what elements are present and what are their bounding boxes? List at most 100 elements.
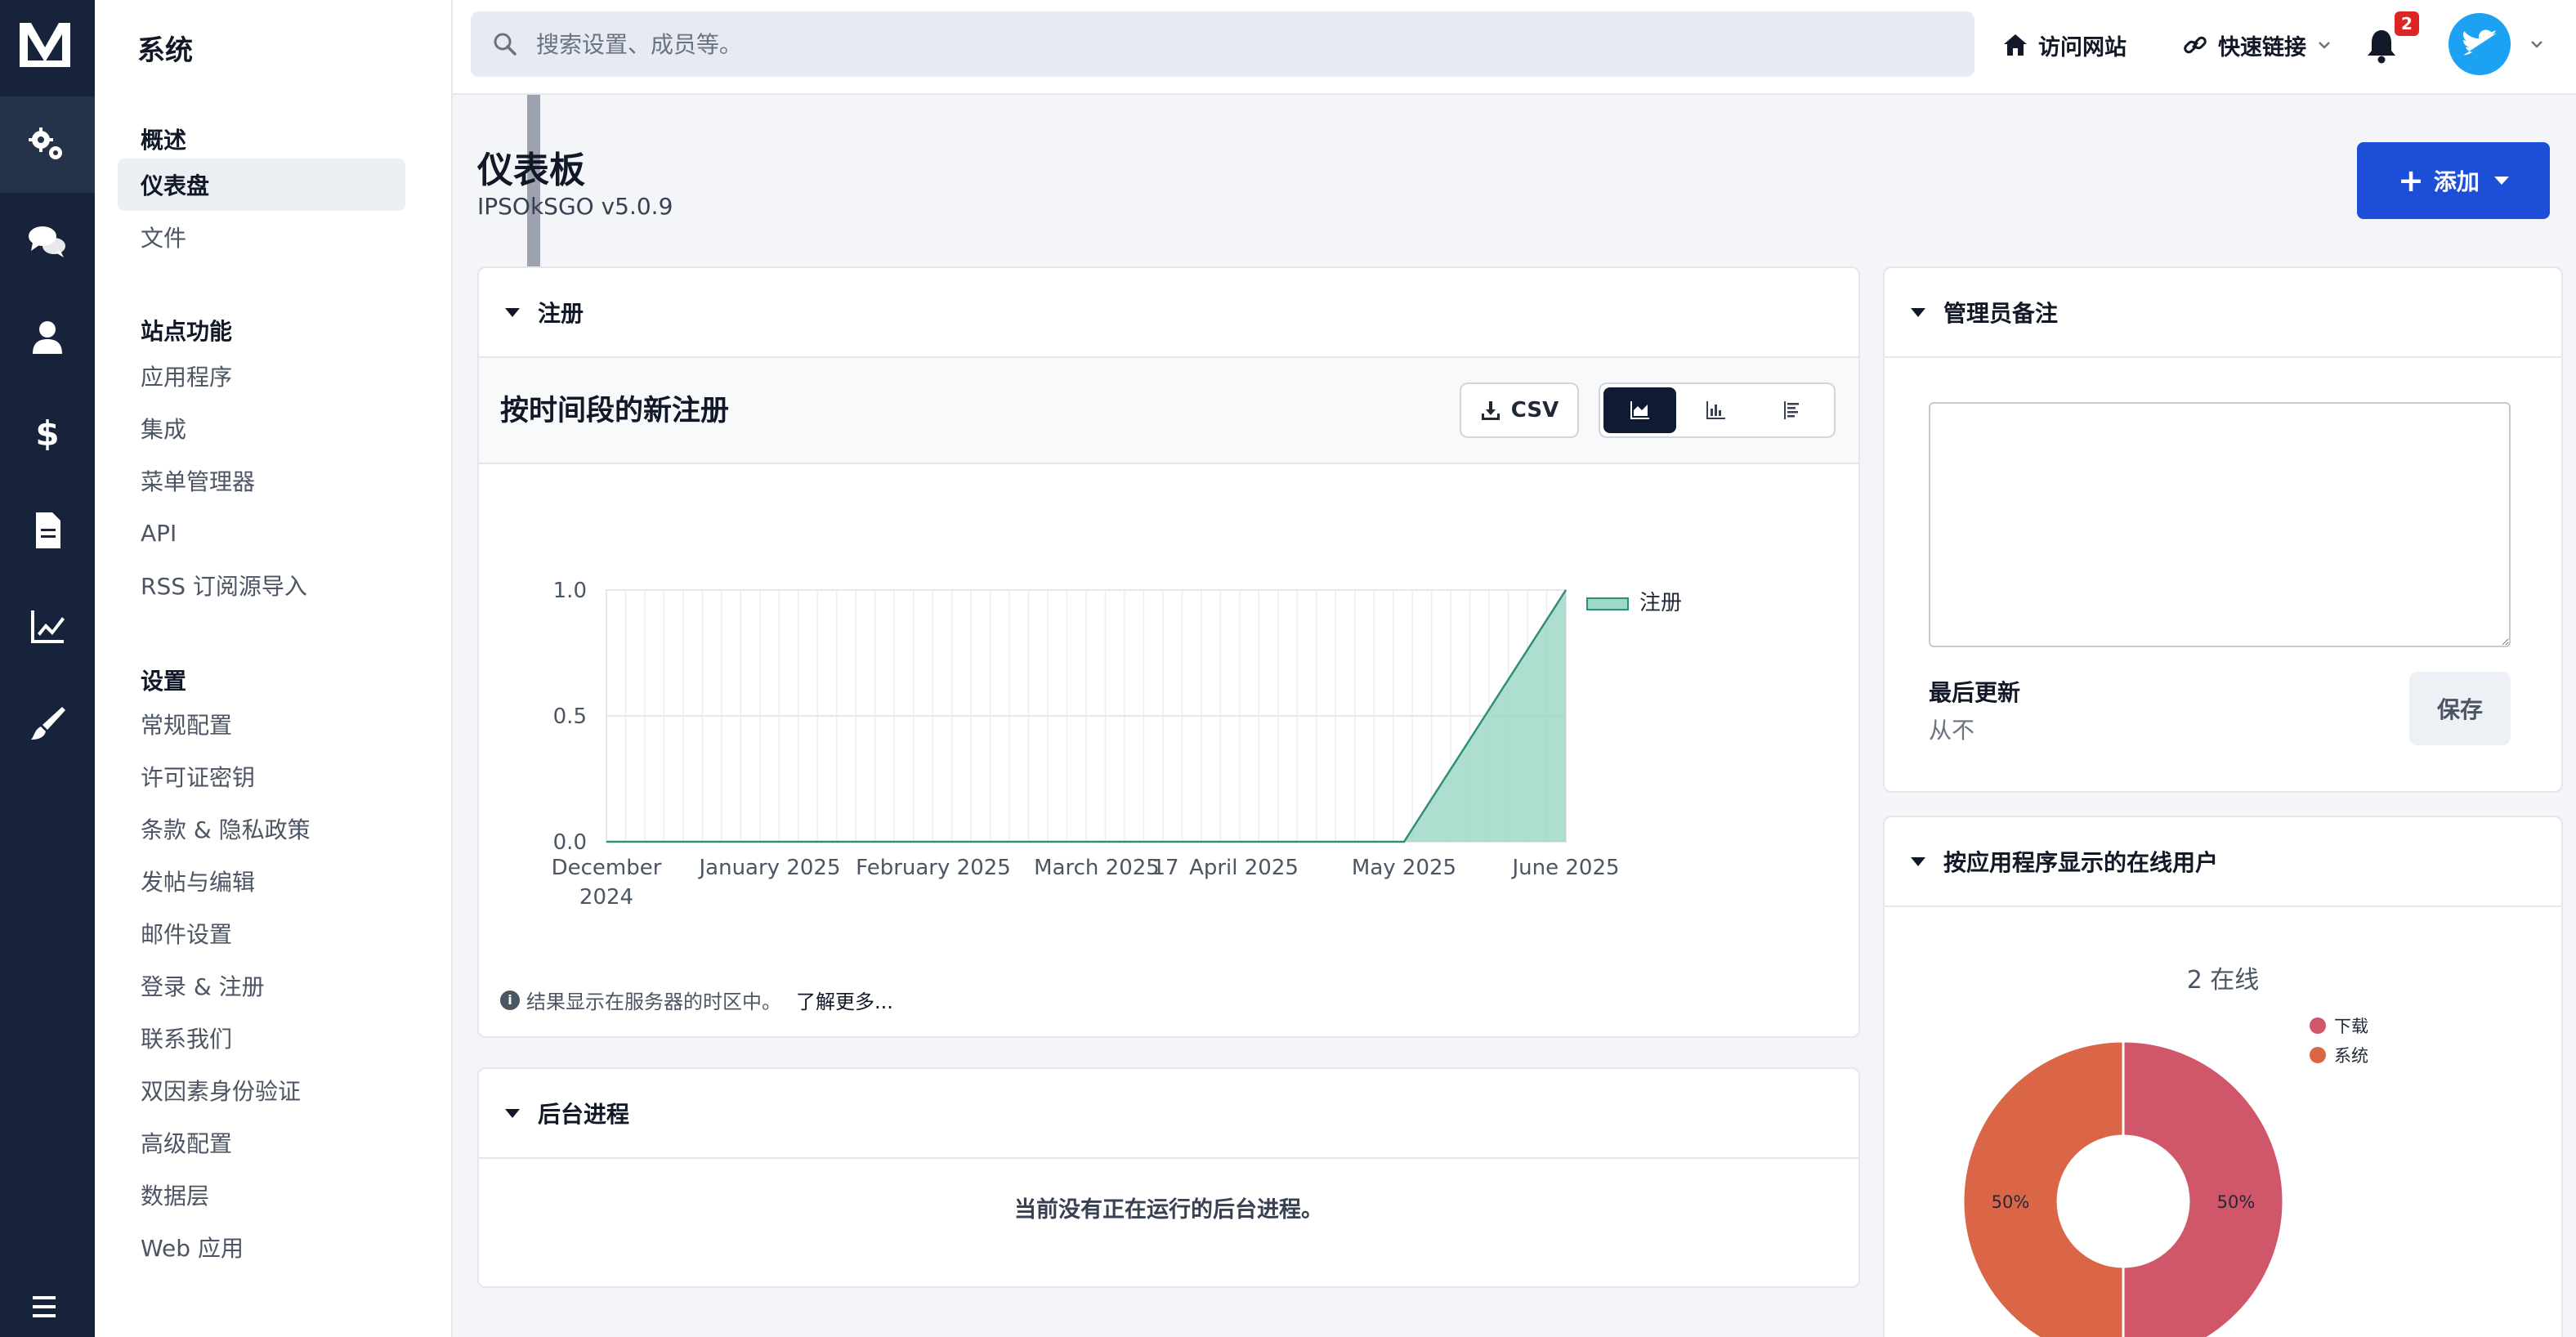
home-icon	[2004, 34, 2027, 56]
timezone-note-text: 结果显示在服务器的时区中。	[526, 990, 781, 1013]
y-tick-label: 0.5	[553, 704, 587, 729]
online-users-donut-chart: 50% 50%	[1961, 1040, 2285, 1337]
sidebar-item-menu-manager[interactable]: 菜单管理器	[118, 454, 405, 507]
background-card-title: 后台进程	[538, 1101, 630, 1128]
add-button[interactable]: + 添加	[2357, 142, 2550, 219]
x-tick-label: May 2025	[1352, 856, 1456, 880]
sidebar-item-webapp[interactable]: Web 应用	[118, 1221, 405, 1273]
info-icon: i	[500, 990, 520, 1010]
y-tick-label: 0.0	[553, 830, 587, 855]
timezone-note: i 结果显示在服务器的时区中。 了解更多...	[500, 986, 893, 1014]
online-users-card-title: 按应用程序显示的在线用户	[1943, 849, 2219, 876]
area-chart-button[interactable]	[1603, 387, 1676, 433]
search-input[interactable]	[536, 30, 1925, 58]
bar-chart-icon	[1706, 401, 1725, 419]
sidebar-title: 系统	[137, 34, 193, 67]
sidebar-item-login[interactable]: 登录 & 注册	[118, 959, 405, 1012]
x-tick-label: June 2025	[1510, 856, 1619, 880]
x-tick-label: January 2025	[698, 856, 841, 880]
sidebar-item-advanced[interactable]: 高级配置	[118, 1116, 405, 1169]
comments-icon[interactable]	[0, 193, 95, 289]
x-tick-label: 17	[1152, 856, 1178, 880]
notifications-button[interactable]: 2	[2365, 11, 2419, 70]
online-count: 2 在线	[2186, 966, 2260, 995]
sidebar-item-applications[interactable]: 应用程序	[118, 350, 405, 402]
sidebar-item-rss-import[interactable]: RSS 订阅源导入	[118, 559, 405, 611]
quick-links-dropdown[interactable]: 快速链接	[2182, 25, 2332, 65]
quick-links-label: 快速链接	[2218, 34, 2306, 60]
sidebar-item-contact[interactable]: 联系我们	[118, 1012, 405, 1064]
online-users-card-header[interactable]: 按应用程序显示的在线用户	[1885, 817, 2561, 907]
sidebar-item-email[interactable]: 邮件设置	[118, 907, 405, 959]
sidebar-item-license[interactable]: 许可证密钥	[118, 750, 405, 803]
chevron-down-icon	[2319, 42, 2330, 49]
registrations-card-title: 注册	[538, 300, 584, 327]
bar-chart-button[interactable]	[1679, 387, 1752, 433]
legend-label-registrations: 注册	[1639, 591, 1682, 615]
area-chart-icon	[1630, 401, 1650, 419]
dollar-icon[interactable]: $	[0, 386, 95, 482]
admin-notes-card-title: 管理员备注	[1943, 300, 2059, 327]
chart-line-icon[interactable]	[0, 579, 95, 675]
logo-icon[interactable]	[16, 16, 74, 74]
registrations-area-chart: 0.0 0.5 1.0 December 2024 January 2025 Februar…	[552, 579, 1682, 910]
search-bar[interactable]	[471, 11, 1974, 77]
section-overview: 概述	[141, 127, 187, 154]
background-empty-message: 当前没有正在运行的后台进程。	[1014, 1197, 1323, 1223]
gears-icon[interactable]	[0, 96, 95, 193]
user-icon[interactable]	[0, 289, 95, 386]
x-tick-label: April 2025	[1189, 856, 1299, 880]
table-view-button[interactable]	[1755, 387, 1827, 433]
admin-app: $ 系统 概述 仪表盘 文件 站点功能 应用程序 集成 菜单管理器 API RS…	[0, 0, 2576, 1337]
chevron-down-icon[interactable]	[2529, 36, 2545, 52]
registrations-card: 注册 按时间段的新注册 CSV 0.0 0.5 1.0 December 2024 Jan…	[477, 266, 1860, 1038]
file-icon[interactable]	[0, 482, 95, 579]
download-icon	[1481, 401, 1500, 420]
save-notes-button[interactable]: 保存	[2409, 672, 2511, 745]
x-tick-label: 2024	[579, 885, 633, 910]
admin-notes-card: 管理员备注 最后更新 从不 保存	[1883, 266, 2563, 793]
menu-toggle-icon[interactable]	[29, 1295, 62, 1319]
learn-more-link[interactable]: 了解更多...	[796, 986, 893, 1014]
background-processes-card: 后台进程 当前没有正在运行的后台进程。	[477, 1067, 1860, 1288]
x-tick-label: December	[552, 856, 662, 880]
sidebar-item-general[interactable]: 常规配置	[118, 698, 405, 750]
registrations-card-header[interactable]: 注册	[479, 268, 1858, 358]
sidebar-item-files[interactable]: 文件	[118, 211, 405, 263]
user-avatar[interactable]	[2449, 13, 2511, 75]
version-text: IPSOkSGO v5.0.9	[477, 193, 673, 220]
brush-icon[interactable]	[0, 675, 95, 771]
sidebar-item-terms[interactable]: 条款 & 隐私政策	[118, 803, 405, 855]
add-button-label: 添加	[2433, 168, 2480, 195]
sidebar-item-posting[interactable]: 发帖与编辑	[118, 855, 405, 907]
page-title: 仪表板	[477, 150, 585, 191]
chart-toolbar: 按时间段的新注册 CSV	[479, 358, 1858, 464]
x-tick-label: March 2025	[1034, 856, 1160, 880]
admin-notes-card-header[interactable]: 管理员备注	[1885, 268, 2561, 358]
visit-site-link[interactable]: 访问网站	[2002, 25, 2127, 65]
online-users-card: 按应用程序显示的在线用户 2 在线 下载 系统 50% 50%	[1883, 816, 2563, 1337]
notification-badge: 2	[2395, 11, 2419, 36]
collapse-caret-icon	[1911, 856, 1925, 866]
sidebar-item-api[interactable]: API	[118, 507, 405, 559]
background-card-header[interactable]: 后台进程	[479, 1069, 1858, 1159]
last-updated-label: 最后更新	[1929, 679, 2021, 706]
icon-rail: $	[0, 0, 95, 1337]
admin-notes-textarea[interactable]	[1929, 402, 2511, 647]
sidebar-item-2fa[interactable]: 双因素身份验证	[118, 1064, 405, 1116]
sidebar-item-dashboard[interactable]: 仪表盘	[118, 159, 405, 211]
link-icon	[2184, 36, 2207, 54]
sidebar-item-integrations[interactable]: 集成	[118, 402, 405, 454]
sidebar-item-datalayer[interactable]: 数据层	[118, 1169, 405, 1221]
legend-swatch-registrations	[1586, 597, 1629, 610]
donut-slice-system	[1961, 1040, 2125, 1337]
section-site-features: 站点功能	[141, 318, 233, 345]
chart-type-toggle	[1599, 382, 1836, 438]
visit-site-label: 访问网站	[2038, 34, 2127, 60]
table-icon	[1783, 401, 1799, 419]
top-header: 访问网站 快速链接 2	[453, 0, 2576, 95]
csv-download-button[interactable]: CSV	[1460, 382, 1579, 438]
donut-slice-label: 50%	[2217, 1192, 2256, 1212]
svg-text:$: $	[35, 414, 59, 454]
last-updated-value: 从不	[1929, 717, 1975, 744]
